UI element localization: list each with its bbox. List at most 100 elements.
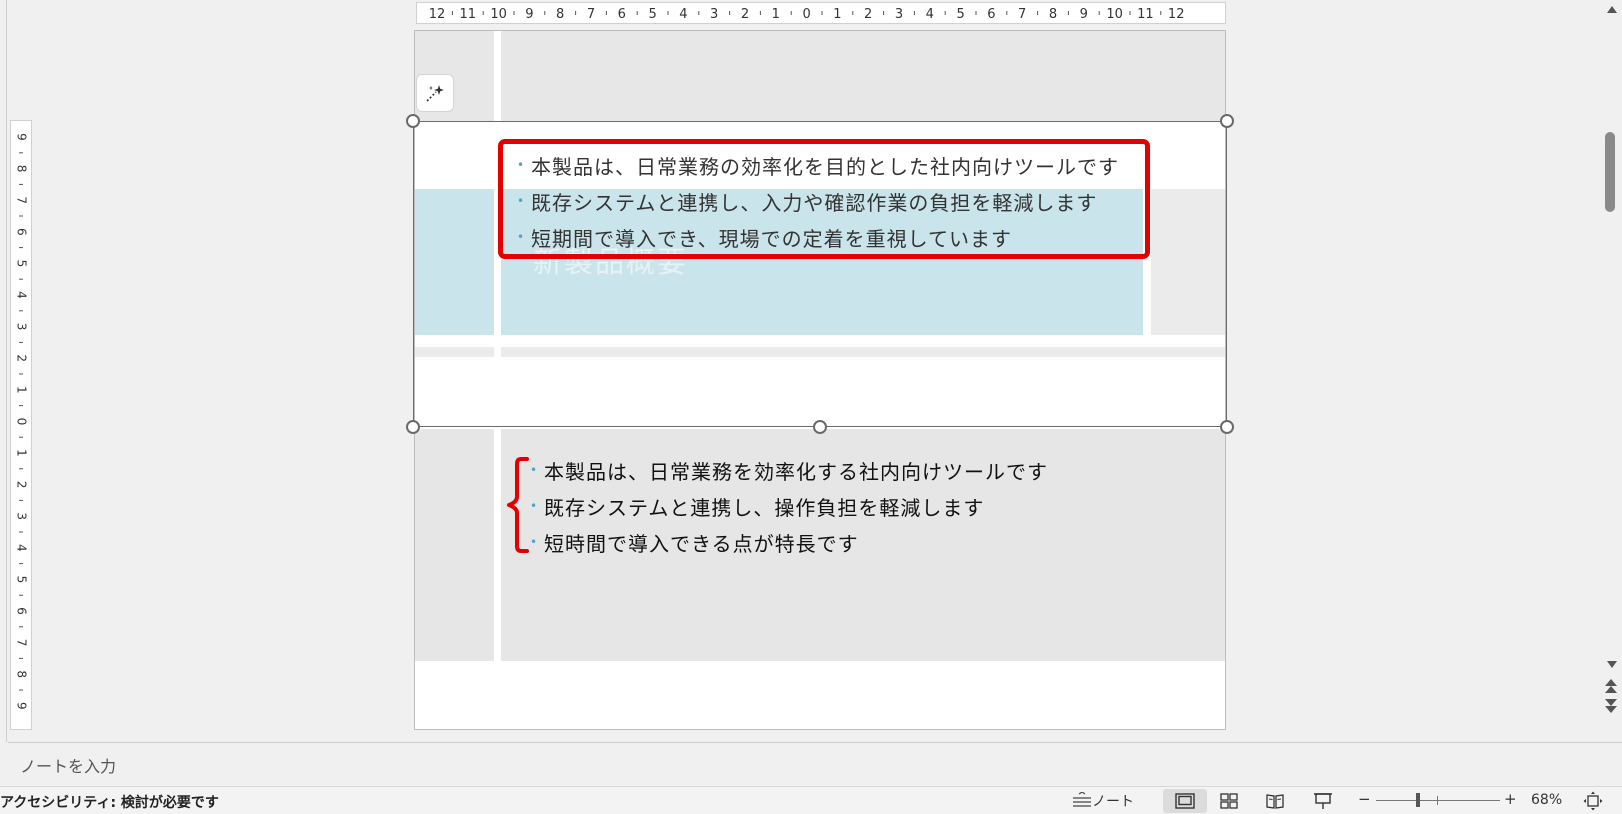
resize-handle-bottom-right[interactable] (1220, 420, 1234, 434)
sparkle-wand-icon (426, 85, 444, 102)
fit-to-window-icon[interactable] (1583, 791, 1603, 811)
resize-handle-bottom-center[interactable] (813, 420, 827, 434)
slide-canvas[interactable]: 新製品概要 • 本製品は、日常業務の効率化を目的とした社内向けツールです • 既… (414, 30, 1226, 730)
ruler-label: 1 (772, 7, 780, 22)
zoom-slider-thumb[interactable] (1416, 793, 1421, 807)
list-item[interactable]: • 既存システムと連携し、入力や確認作業の負担を軽減します (517, 183, 1119, 219)
notes-toggle-button[interactable]: ノート (1072, 790, 1134, 812)
ruler-label: 6 (987, 7, 995, 22)
slide-sorter-icon (1220, 793, 1238, 809)
ruler-label: 8 (15, 670, 29, 678)
ruler-label: 4 (15, 544, 29, 552)
notes-input[interactable]: ノートを入力 (20, 753, 116, 777)
bullet-icon: • (530, 535, 538, 549)
designer-button[interactable] (416, 74, 454, 112)
ruler-label: 4 (679, 7, 687, 22)
header-band (415, 31, 1225, 121)
scroll-up-icon[interactable] (1606, 4, 1618, 14)
ruler-label: 9 (15, 133, 29, 141)
ruler-label: 7 (587, 7, 595, 22)
ruler-label: 5 (15, 576, 29, 584)
ruler-label: 3 (15, 323, 29, 331)
bullet-text: 既存システムと連携し、入力や確認作業の負担を軽減します (531, 190, 1098, 215)
ruler-label: 2 (864, 7, 872, 22)
list-item[interactable]: • 既存システムと連携し、操作負担を軽減します (530, 488, 1048, 524)
ruler-label: 8 (15, 165, 29, 173)
bullet-icon: • (517, 230, 525, 244)
bullet-text: 本製品は、日常業務の効率化を目的とした社内向けツールです (531, 154, 1119, 179)
ruler-label: 9 (1080, 7, 1088, 22)
ruler-label: 0 (802, 7, 810, 22)
list-item[interactable]: • 短期間で導入でき、現場での定着を重視しています (517, 219, 1119, 255)
bullet-icon: • (530, 463, 538, 477)
powerpoint-window: 12 11 10 9 8 7 6 5 4 3 2 1 0 1 2 3 4 5 6 7 8 9 10 11 12 98765432… (0, 0, 1622, 814)
list-item[interactable]: • 本製品は、日常業務を効率化する社内向けツールです (530, 452, 1048, 488)
ruler-label: 6 (15, 228, 29, 236)
slideshow-button[interactable] (1301, 789, 1345, 813)
horizontal-ruler-scale: 12 11 10 9 8 7 6 5 4 3 2 1 0 1 2 3 4 5 6 7 8 9 10 11 12 (429, 7, 1185, 22)
ruler-label: 5 (15, 260, 29, 268)
bullet-text: 短時間で導入できる点が特長です (544, 531, 859, 556)
resize-handle-bottom-left[interactable] (406, 420, 420, 434)
bullet-text: 既存システムと連携し、操作負担を軽減します (544, 495, 985, 520)
list-item[interactable]: • 本製品は、日常業務の効率化を目的とした社内向けツールです (517, 147, 1119, 183)
bullet-text: 短期間で導入でき、現場での定着を重視しています (531, 226, 1012, 251)
ruler-label: 1 (15, 449, 29, 457)
ruler-label: 3 (15, 512, 29, 520)
bullet-list-lower[interactable]: • 本製品は、日常業務を効率化する社内向けツールです • 既存システムと連携し、… (530, 452, 1048, 560)
resize-handle-top-left[interactable] (406, 114, 420, 128)
accessibility-status[interactable]: アクセシビリティ: 検討が必要です (0, 792, 219, 812)
ruler-label: 1 (15, 386, 29, 394)
ruler-label: 11 (1137, 7, 1154, 22)
scroll-down-icon[interactable] (1606, 660, 1618, 670)
zoom-level[interactable]: 68% (1531, 792, 1562, 808)
ruler-label: 2 (741, 7, 749, 22)
reading-view-icon (1266, 794, 1284, 809)
ruler-label: 12 (429, 7, 446, 22)
ruler-label: 9 (525, 7, 533, 22)
notes-icon (1073, 792, 1091, 807)
vertical-ruler: 9 8 7 6 5 4 3 2 1 0 1 2 3 4 5 6 7 8 9 (10, 120, 32, 730)
bullet-icon: • (530, 499, 538, 513)
normal-view-icon (1175, 793, 1195, 809)
ruler-label: 10 (490, 7, 507, 22)
ruler-label: 10 (1106, 7, 1123, 22)
next-slide-icon[interactable] (1604, 698, 1618, 714)
scrollbar-thumb[interactable] (1605, 132, 1615, 212)
list-item[interactable]: • 短時間で導入できる点が特長です (530, 524, 1048, 560)
resize-handle-top-right[interactable] (1220, 114, 1234, 128)
ruler-label: 7 (1018, 7, 1026, 22)
normal-view-button[interactable] (1163, 789, 1207, 813)
notes-label: ノート (1092, 794, 1134, 810)
ruler-label: 6 (618, 7, 626, 22)
ruler-label: 7 (15, 639, 29, 647)
ruler-label: 5 (956, 7, 964, 22)
zoom-slider-track[interactable] (1376, 800, 1500, 801)
slide-sorter-button[interactable] (1207, 789, 1251, 813)
vertical-scrollbar[interactable] (1600, 0, 1622, 742)
reading-view-button[interactable] (1253, 789, 1297, 813)
ruler-label: 11 (460, 7, 477, 22)
ruler-label: 7 (15, 196, 29, 204)
previous-slide-icon[interactable] (1604, 678, 1618, 694)
horizontal-ruler: 12 11 10 9 8 7 6 5 4 3 2 1 0 1 2 3 4 5 6 7 8 9 10 11 12 (416, 2, 1226, 24)
ruler-label: 5 (648, 7, 656, 22)
notes-pane[interactable]: ノートを入力 (8, 742, 1622, 784)
red-bracket-annotation (507, 457, 529, 553)
bullet-list-upper[interactable]: • 本製品は、日常業務の効率化を目的とした社内向けツールです • 既存システムと… (517, 147, 1119, 255)
bullet-icon: • (517, 158, 525, 172)
left-edge-divider (6, 0, 7, 742)
ruler-label: 3 (895, 7, 903, 22)
ruler-label: 8 (1049, 7, 1057, 22)
slideshow-icon (1314, 793, 1332, 809)
ruler-label: 3 (710, 7, 718, 22)
zoom-slider-center-tick (1437, 796, 1438, 805)
ruler-label: 2 (15, 481, 29, 489)
zoom-out-button[interactable]: − (1358, 790, 1371, 808)
ruler-label: 2 (15, 354, 29, 362)
zoom-in-button[interactable]: + (1504, 790, 1517, 808)
vertical-ruler-scale: 9 8 7 6 5 4 3 2 1 0 1 2 3 4 5 6 7 8 9 (15, 133, 29, 709)
ruler-label: 1 (833, 7, 841, 22)
status-bar: アクセシビリティ: 検討が必要です ノート − + 68% (0, 786, 1622, 814)
ruler-label: 8 (556, 7, 564, 22)
